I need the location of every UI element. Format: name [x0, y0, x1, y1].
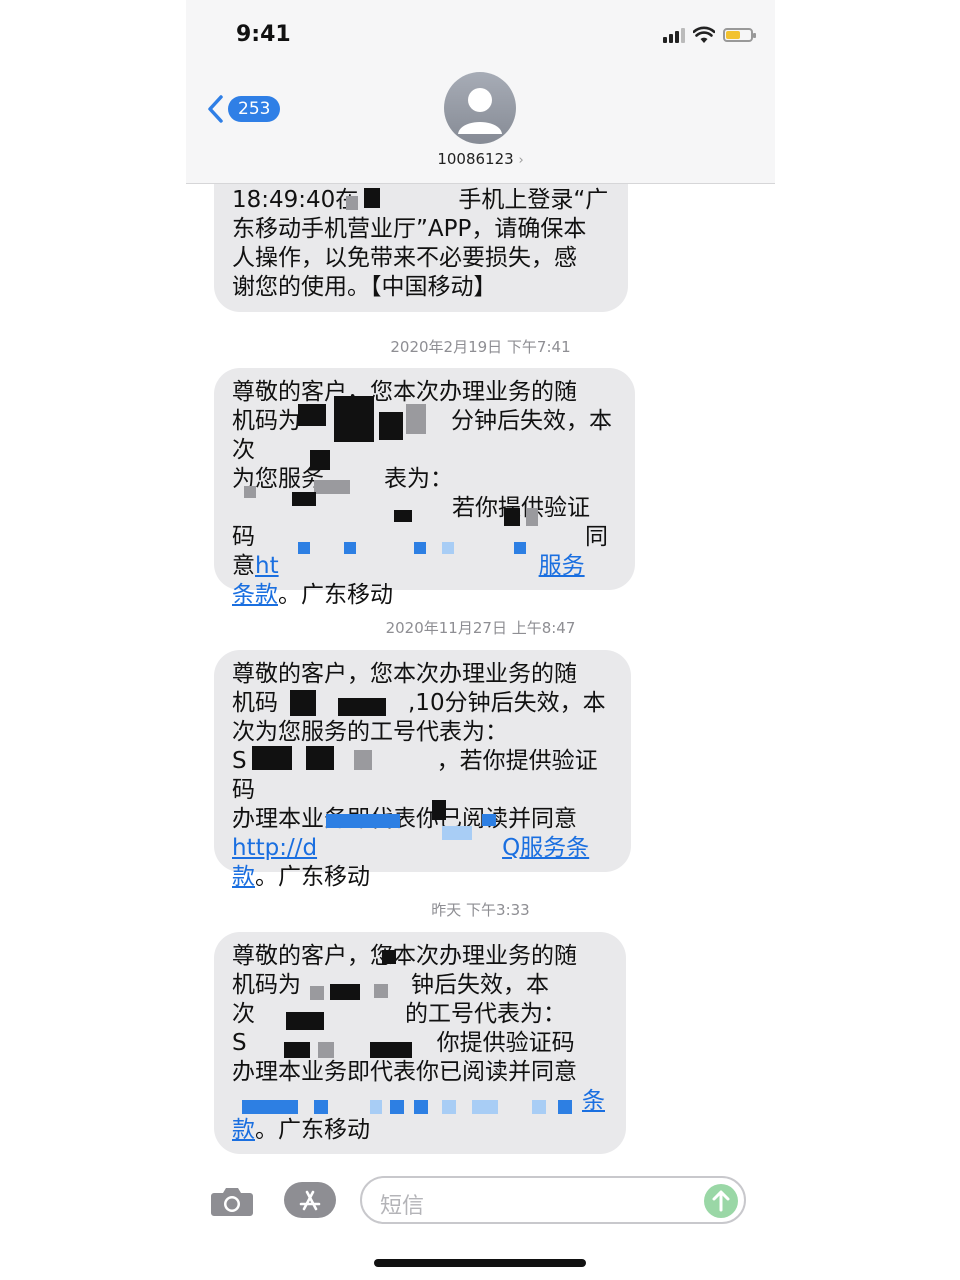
home-indicator[interactable] — [374, 1259, 586, 1267]
redaction — [298, 404, 326, 426]
redaction — [298, 542, 310, 554]
redaction — [286, 1012, 324, 1030]
person-icon — [458, 88, 502, 134]
navigation-header: 9:41 253 10086123 › — [186, 0, 775, 184]
redaction — [326, 814, 352, 828]
redaction — [414, 542, 426, 554]
redaction — [364, 188, 380, 208]
redaction — [370, 1042, 412, 1058]
redaction — [314, 1100, 328, 1114]
redaction — [526, 508, 538, 526]
message-text: 18:49:40在 手机上登录“广 东移动手机营业厅”APP，请确保本 人操作，以… — [232, 187, 609, 300]
redaction — [370, 1100, 382, 1114]
redaction — [284, 1042, 310, 1058]
messages-screen: 18:49:40在 手机上登录“广 东移动手机营业厅”APP，请确保本 人操作，以… — [186, 0, 775, 1280]
redaction — [472, 1100, 498, 1114]
redaction — [432, 800, 446, 820]
message-bubble[interactable]: 尊敬的客户，您本次办理业务的随 机码 ,10分钟后失效，本 次为您服务的工号代表为… — [214, 650, 631, 890]
redaction — [290, 690, 316, 716]
redaction — [318, 1042, 334, 1058]
redaction — [244, 486, 256, 498]
timestamp: 2020年11月27日 上午8:47 — [385, 619, 576, 637]
message-input[interactable]: 短信 — [360, 1176, 746, 1224]
redaction — [442, 826, 472, 840]
message-bubble[interactable]: 尊敬的客户，您本次办理业务的随 机码为 分钟后失效，本次 为您服务 表为： 若你提供… — [214, 368, 635, 608]
redaction — [314, 480, 350, 494]
redaction — [330, 984, 360, 1000]
redaction — [306, 746, 334, 770]
redaction — [310, 986, 324, 1000]
redaction — [344, 542, 356, 554]
message-bubble[interactable]: 尊敬的客户，您本次办理业务的随 机码为 钟后失效，本 次的工号代表为： S 你提供验… — [214, 932, 626, 1154]
redaction — [414, 1100, 428, 1114]
chevron-left-icon — [208, 95, 223, 123]
redaction — [504, 508, 520, 526]
redaction — [252, 746, 292, 770]
status-icons — [663, 24, 756, 46]
redaction — [338, 698, 386, 716]
unread-count-badge: 253 — [228, 96, 281, 122]
redaction — [442, 542, 454, 554]
timestamp: 昨天 下午3:33 — [431, 901, 530, 919]
redaction — [346, 196, 358, 210]
redaction — [382, 950, 396, 964]
redaction — [390, 1100, 404, 1114]
redaction — [379, 412, 403, 440]
redaction — [374, 984, 388, 998]
redaction — [310, 450, 330, 470]
redaction — [406, 404, 426, 434]
message-link[interactable]: ht — [255, 553, 279, 579]
message-input-placeholder: 短信 — [380, 1194, 425, 1219]
send-arrow-icon — [712, 1190, 730, 1212]
contact-name[interactable]: 10086123 › — [186, 150, 775, 168]
cellular-signal-icon — [663, 27, 685, 43]
message-link[interactable]: http://d — [232, 835, 317, 861]
redaction — [354, 750, 372, 770]
redaction — [514, 542, 526, 554]
redaction — [558, 1100, 572, 1114]
timestamp: 2020年2月19日 下午7:41 — [390, 338, 571, 356]
redaction — [394, 510, 412, 522]
redaction — [242, 1100, 298, 1114]
redaction — [532, 1100, 546, 1114]
send-button[interactable] — [704, 1184, 738, 1218]
app-store-icon[interactable] — [284, 1182, 336, 1218]
contact-avatar[interactable] — [444, 72, 516, 144]
chevron-right-icon: › — [518, 153, 524, 168]
status-time: 9:41 — [236, 22, 291, 47]
redaction — [442, 1100, 456, 1114]
redaction — [292, 492, 316, 506]
redaction — [334, 396, 374, 442]
redaction — [352, 814, 400, 828]
back-button[interactable]: 253 — [206, 94, 281, 124]
redaction — [482, 814, 496, 826]
battery-icon — [723, 28, 756, 42]
wifi-icon — [693, 26, 715, 43]
camera-icon[interactable] — [210, 1185, 254, 1217]
